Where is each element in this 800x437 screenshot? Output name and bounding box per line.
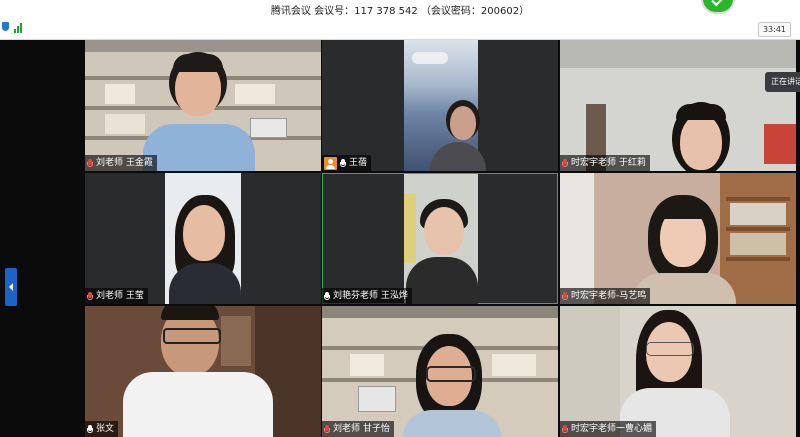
mic-icon: [324, 291, 330, 301]
video-tile[interactable]: 时宏宇老师 于红莉: [560, 40, 796, 171]
participant-name-label: 时宏宇老师-马艺鸣: [560, 288, 651, 304]
participant-name-label: 王蓓: [322, 155, 372, 171]
participant-name-label: 张文: [85, 421, 119, 437]
mic-icon: [340, 158, 346, 168]
participant-name-label: 时宏宇老师一曹心媚: [560, 421, 657, 437]
meeting-toolbar: 33:41: [0, 18, 800, 40]
mic-muted-icon: [87, 158, 93, 168]
video-tile[interactable]: 刘老师 王莹: [85, 173, 321, 304]
video-tile[interactable]: 刘老师 王金霞: [85, 40, 321, 171]
speaking-indicator: 正在讲话: [765, 72, 800, 92]
mic-muted-icon: [562, 158, 568, 168]
participant-name-label: 时宏宇老师 于红莉: [560, 155, 650, 171]
video-tile[interactable]: 王蓓: [322, 40, 558, 171]
participant-name-label: 刘老师 甘子怡: [322, 421, 394, 437]
participant-name-label: 刘老师 王莹: [85, 288, 148, 304]
video-tile[interactable]: 时宏宇老师-马艺鸣: [560, 173, 796, 304]
participant-name-label: 刘老师 王金霞: [85, 155, 157, 171]
video-tile[interactable]: 刘艳芬老师 王泓烨: [322, 173, 558, 304]
video-tile[interactable]: 时宏宇老师一曹心媚: [560, 306, 796, 437]
signal-icon[interactable]: [14, 22, 26, 33]
video-tile[interactable]: 刘老师 甘子怡: [322, 306, 558, 437]
avatar-icon: [324, 156, 337, 170]
window-title-bar: 腾讯会议 会议号：117 378 542 （会议密码：200602）: [0, 0, 800, 18]
shield-icon[interactable]: [2, 22, 9, 31]
mic-muted-icon: [562, 424, 568, 434]
expand-panel-button[interactable]: [5, 268, 17, 306]
video-tile[interactable]: 张文: [85, 306, 321, 437]
mic-muted-icon: [562, 291, 568, 301]
mic-muted-icon: [324, 424, 330, 434]
participant-name-label: 刘艳芬老师 王泓烨: [322, 288, 412, 304]
mic-muted-icon: [87, 291, 93, 301]
mic-icon: [87, 424, 93, 434]
window-title: 腾讯会议 会议号：117 378 542 （会议密码：200602）: [270, 6, 530, 17]
meeting-timer: 33:41: [758, 22, 791, 37]
